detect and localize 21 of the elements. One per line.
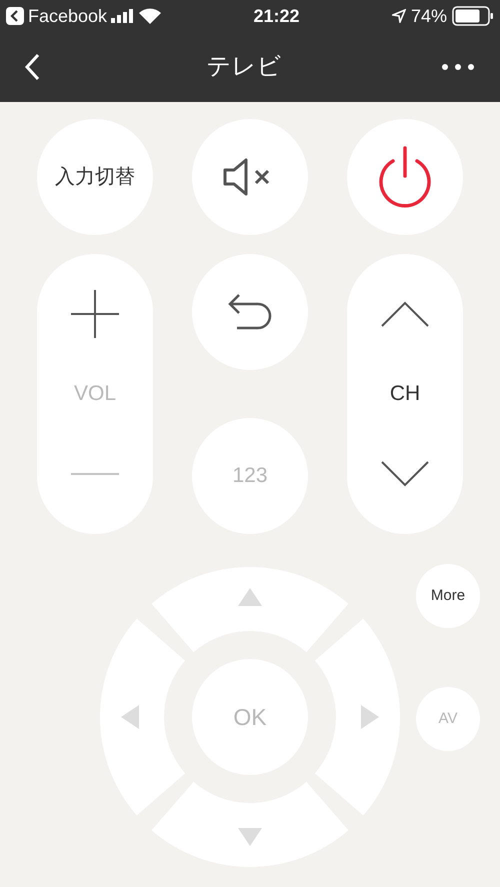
signal-icon xyxy=(111,9,136,23)
battery-percent: 74% xyxy=(410,4,447,28)
location-icon xyxy=(392,9,406,23)
back-app-icon xyxy=(6,7,24,25)
chevron-down-icon xyxy=(381,461,429,487)
back-icon xyxy=(24,53,40,81)
minus-icon xyxy=(71,472,119,476)
pill-label: VOL xyxy=(74,381,116,408)
return-icon xyxy=(227,293,273,331)
chevron-up-icon xyxy=(381,301,429,327)
power-icon xyxy=(377,146,433,208)
battery-icon xyxy=(452,6,494,26)
plus-icon xyxy=(71,290,119,338)
back-app-label[interactable]: Facebook xyxy=(28,2,108,30)
input-switch-button[interactable]: 入力切替 xyxy=(37,119,153,235)
pill-label: CH xyxy=(390,381,420,408)
clock: 21:22 xyxy=(253,4,300,28)
more-icon xyxy=(442,64,474,70)
nav-title: テレビ xyxy=(206,52,282,82)
wifi-icon xyxy=(139,8,162,24)
side-button[interactable]: More xyxy=(416,564,480,628)
